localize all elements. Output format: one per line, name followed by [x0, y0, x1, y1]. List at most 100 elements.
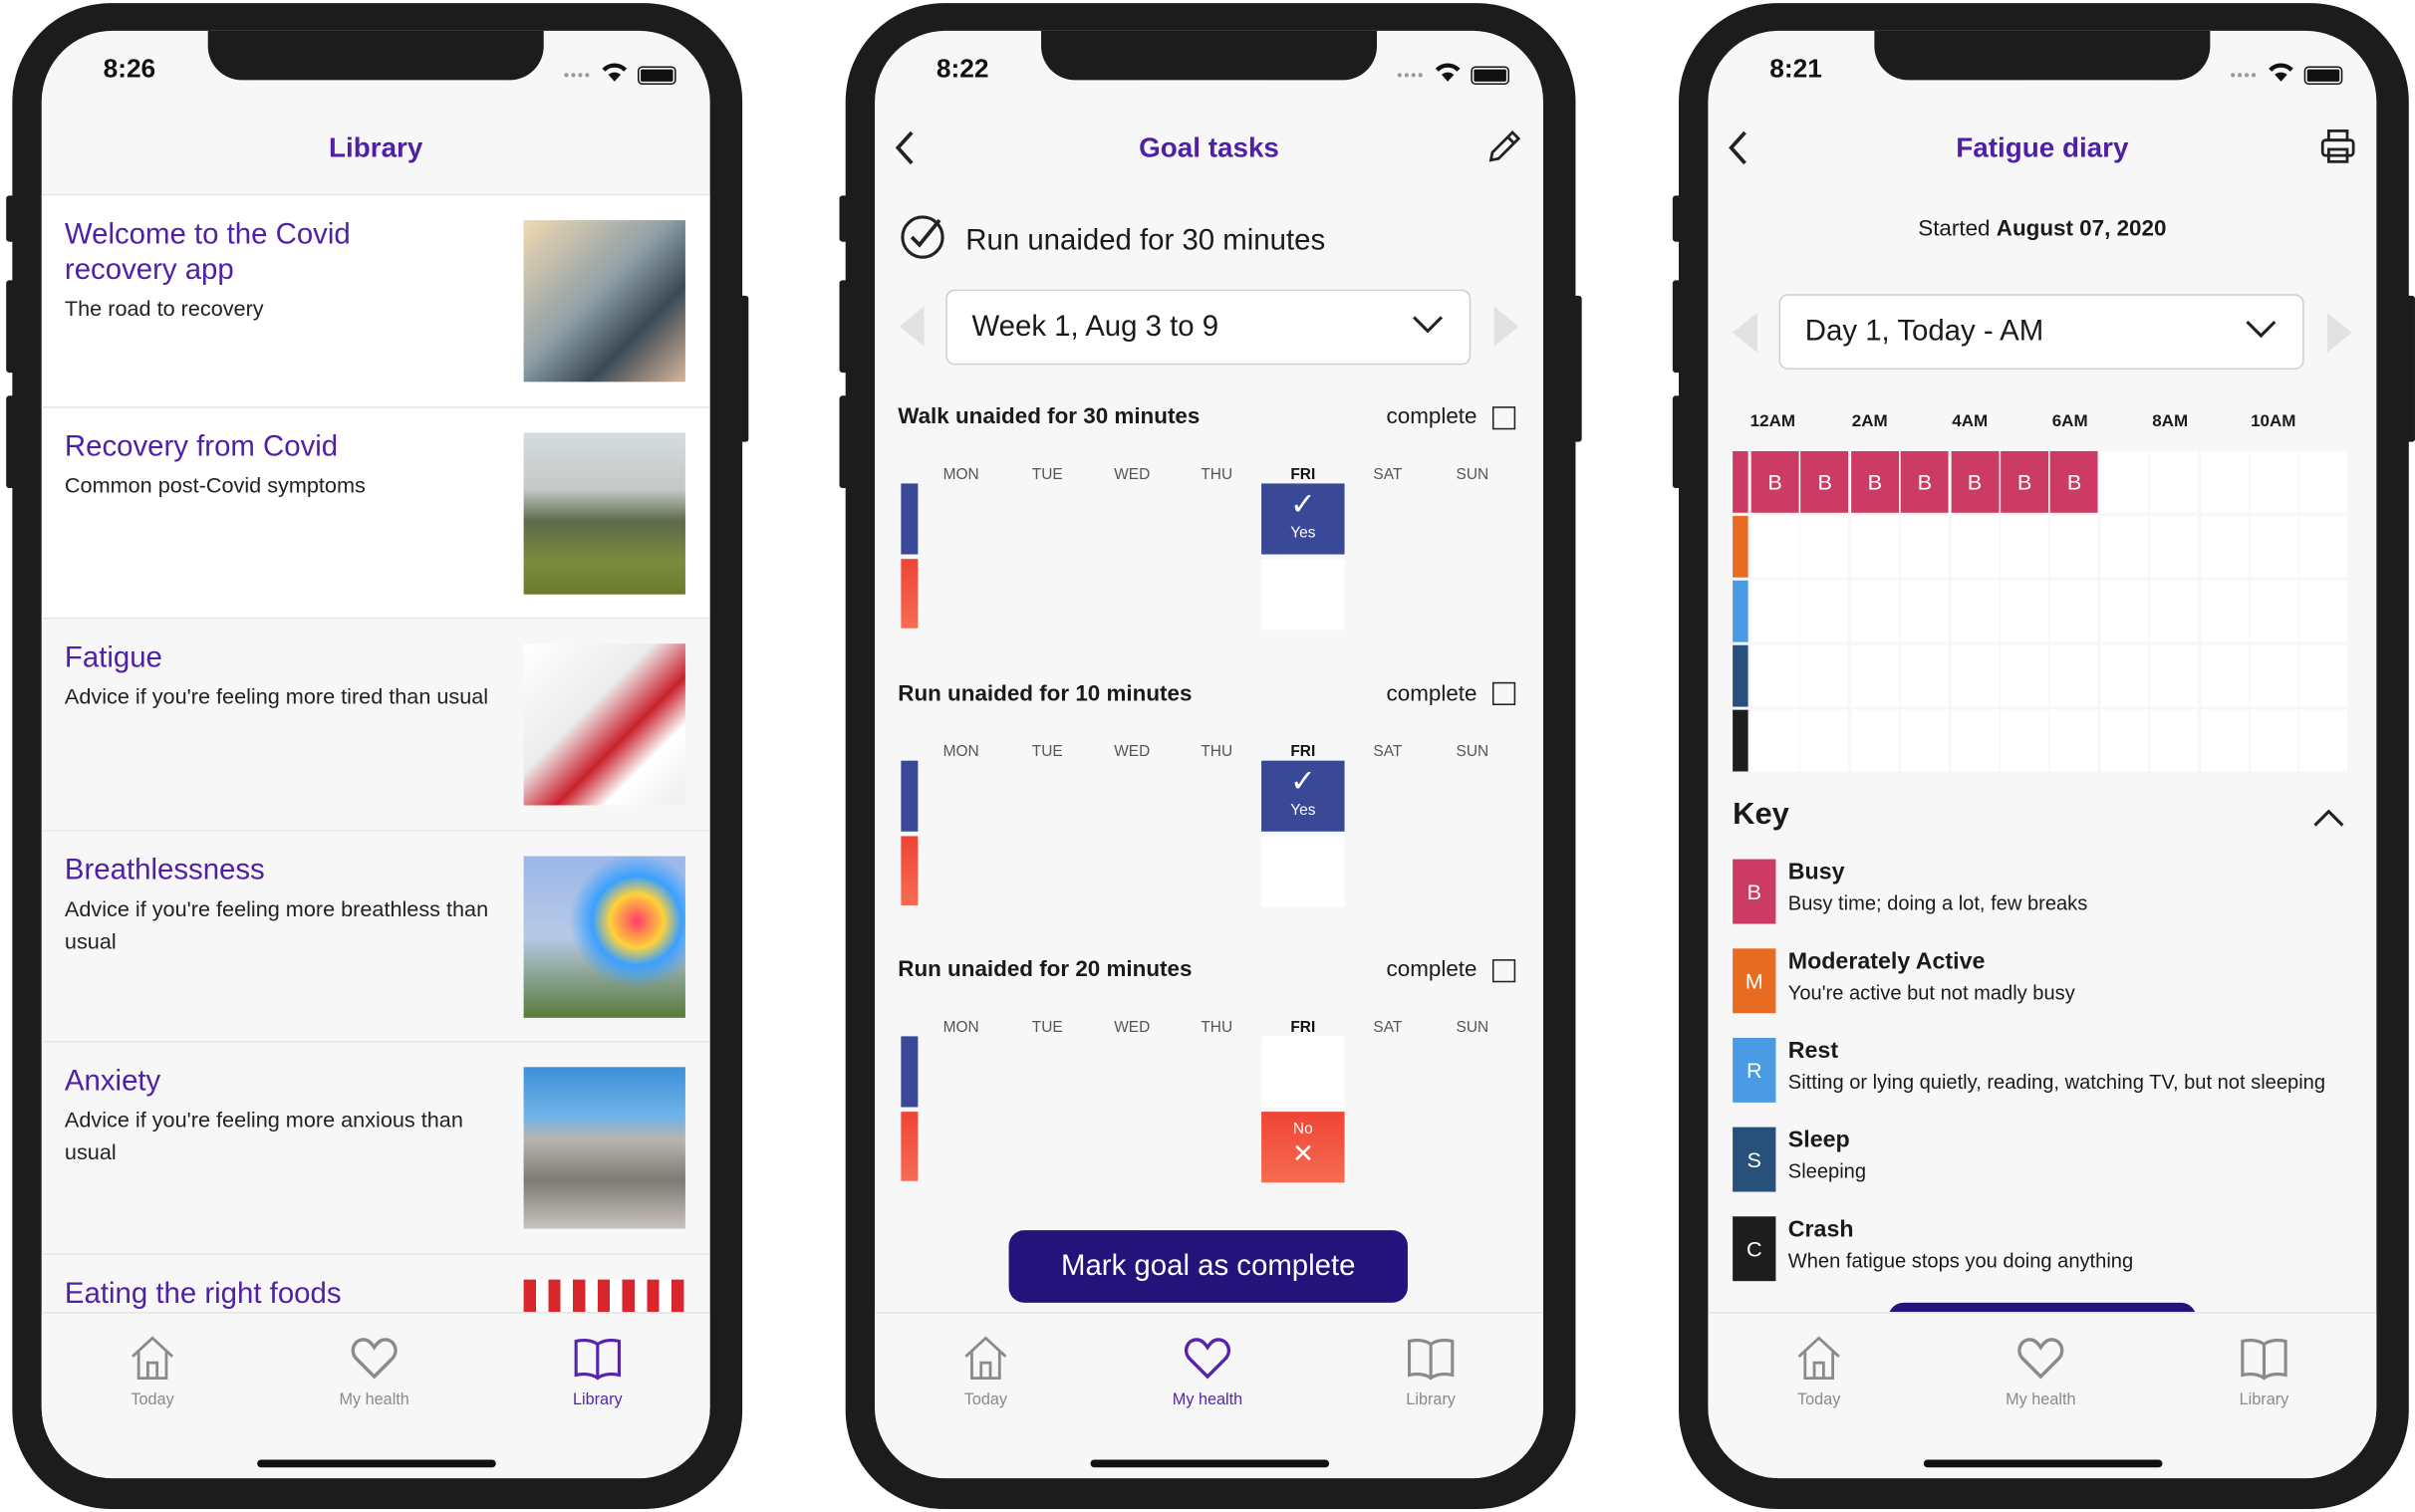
- fri-yes-cell[interactable]: ✓ Yes: [1261, 483, 1345, 555]
- item-title[interactable]: Anxiety Advice if you're feeling more anx…: [65, 1064, 463, 1168]
- home-indicator[interactable]: [257, 1459, 496, 1468]
- diary-slot[interactable]: [2299, 580, 2348, 642]
- list-item[interactable]: Welcome to the Covid recovery app The roa…: [41, 195, 710, 407]
- diary-slot[interactable]: [2250, 515, 2298, 578]
- tab-my-health[interactable]: My health: [305, 1332, 443, 1408]
- diary-slot[interactable]: [2050, 515, 2099, 578]
- diary-slot[interactable]: B: [1800, 450, 1849, 513]
- diary-slot[interactable]: [1850, 644, 1899, 707]
- fri-no-cell[interactable]: [1261, 559, 1345, 630]
- diary-slot[interactable]: [2001, 515, 2049, 578]
- prev-week-arrow[interactable]: [899, 306, 925, 347]
- mark-goal-complete-button[interactable]: Mark goal as complete: [1008, 1230, 1408, 1303]
- complete-checkbox[interactable]: complete: [1387, 405, 1516, 429]
- diary-slot[interactable]: [2150, 450, 2199, 513]
- tab-library[interactable]: Library: [528, 1332, 667, 1408]
- diary-slot[interactable]: [1900, 515, 1949, 578]
- diary-slot[interactable]: B: [1750, 450, 1799, 513]
- collapse-key-button[interactable]: [2311, 807, 2345, 836]
- list-item[interactable]: Anxiety Advice if you're feeling more anx…: [41, 1042, 710, 1255]
- diary-slot[interactable]: [2100, 644, 2149, 707]
- diary-slot[interactable]: [1900, 709, 1949, 772]
- back-button[interactable]: [1724, 126, 1754, 177]
- diary-slot[interactable]: [2100, 515, 2149, 578]
- tab-library[interactable]: Library: [1362, 1332, 1500, 1408]
- diary-slot[interactable]: [2150, 709, 2199, 772]
- diary-slot[interactable]: [2200, 709, 2249, 772]
- diary-slot[interactable]: [2150, 580, 2199, 642]
- fri-no-cell[interactable]: No ✕: [1261, 1112, 1345, 1183]
- diary-slot[interactable]: B: [2050, 450, 2099, 513]
- diary-slot[interactable]: [2150, 644, 2199, 707]
- tab-my-health[interactable]: My health: [1972, 1332, 2110, 1408]
- diary-slot[interactable]: [1800, 644, 1849, 707]
- diary-slot[interactable]: [1850, 709, 1899, 772]
- diary-slot[interactable]: B: [1900, 450, 1949, 513]
- print-button[interactable]: [2318, 126, 2358, 174]
- diary-slot[interactable]: [1800, 709, 1849, 772]
- diary-slot[interactable]: [2200, 450, 2249, 513]
- complete-checkbox[interactable]: complete: [1387, 681, 1516, 706]
- diary-slot[interactable]: [1750, 515, 1799, 578]
- tab-today[interactable]: Today: [917, 1332, 1055, 1408]
- item-title[interactable]: Fatigue Advice if you're feeling more tir…: [65, 640, 488, 713]
- next-week-arrow[interactable]: [1493, 306, 1519, 347]
- tab-today[interactable]: Today: [83, 1332, 221, 1408]
- diary-slot[interactable]: [2100, 580, 2149, 642]
- diary-slot[interactable]: [2299, 709, 2348, 772]
- diary-slot[interactable]: [1951, 644, 1999, 707]
- diary-slot[interactable]: [2250, 644, 2298, 707]
- fri-no-cell[interactable]: [1261, 835, 1345, 906]
- item-title[interactable]: Eating the right foods: [65, 1276, 419, 1316]
- home-indicator[interactable]: [1090, 1459, 1330, 1468]
- diary-slot[interactable]: B: [2001, 450, 2049, 513]
- diary-slot[interactable]: [1900, 644, 1949, 707]
- diary-slot[interactable]: [2100, 709, 2149, 772]
- diary-slot[interactable]: [2100, 450, 2149, 513]
- item-title[interactable]: Welcome to the Covid recovery app The roa…: [65, 217, 419, 325]
- fri-yes-cell[interactable]: [1261, 1036, 1345, 1108]
- diary-slot[interactable]: [2200, 515, 2249, 578]
- diary-slot[interactable]: [2001, 580, 2049, 642]
- edit-button[interactable]: [1484, 126, 1524, 174]
- prev-day-arrow[interactable]: [1733, 312, 1757, 354]
- diary-slot[interactable]: [2050, 709, 2099, 772]
- item-title[interactable]: Breathlessness Advice if you're feeling m…: [65, 853, 488, 957]
- diary-slot[interactable]: [2250, 580, 2298, 642]
- back-button[interactable]: [891, 126, 922, 177]
- diary-slot[interactable]: [2299, 450, 2348, 513]
- item-title[interactable]: Recovery from Covid Common post-Covid sym…: [65, 429, 419, 502]
- fri-yes-cell[interactable]: ✓ Yes: [1261, 759, 1345, 832]
- diary-slot[interactable]: [2150, 515, 2199, 578]
- diary-slot[interactable]: [2200, 644, 2249, 707]
- diary-slot[interactable]: [1951, 709, 1999, 772]
- tab-my-health[interactable]: My health: [1138, 1332, 1276, 1408]
- diary-slot[interactable]: B: [1850, 450, 1899, 513]
- diary-slot[interactable]: [2200, 580, 2249, 642]
- diary-slot[interactable]: [1750, 644, 1799, 707]
- diary-slot[interactable]: [2050, 580, 2099, 642]
- tab-library[interactable]: Library: [2195, 1332, 2333, 1408]
- next-day-arrow[interactable]: [2326, 312, 2352, 354]
- diary-slot[interactable]: [1900, 580, 1949, 642]
- diary-slot[interactable]: [2250, 450, 2298, 513]
- complete-checkbox[interactable]: complete: [1387, 958, 1516, 982]
- diary-slot[interactable]: [1951, 580, 1999, 642]
- diary-slot[interactable]: [2001, 709, 2049, 772]
- diary-slot[interactable]: [2299, 644, 2348, 707]
- tab-today[interactable]: Today: [1749, 1332, 1888, 1408]
- diary-slot[interactable]: [1850, 580, 1899, 642]
- diary-slot[interactable]: [1750, 709, 1799, 772]
- day-dropdown[interactable]: Day 1, Today - AM: [1778, 294, 2304, 371]
- diary-slot[interactable]: B: [1951, 450, 1999, 513]
- diary-slot[interactable]: [1951, 515, 1999, 578]
- diary-slot[interactable]: [1800, 580, 1849, 642]
- list-item[interactable]: Breathlessness Advice if you're feeling m…: [41, 831, 710, 1043]
- diary-slot[interactable]: [1750, 580, 1799, 642]
- diary-slot[interactable]: [1800, 515, 1849, 578]
- diary-slot[interactable]: [2050, 644, 2099, 707]
- list-item[interactable]: Recovery from Covid Common post-Covid sym…: [41, 406, 710, 620]
- diary-slot[interactable]: [2001, 644, 2049, 707]
- list-item[interactable]: Fatigue Advice if you're feeling more tir…: [41, 619, 710, 832]
- diary-slot[interactable]: [1850, 515, 1899, 578]
